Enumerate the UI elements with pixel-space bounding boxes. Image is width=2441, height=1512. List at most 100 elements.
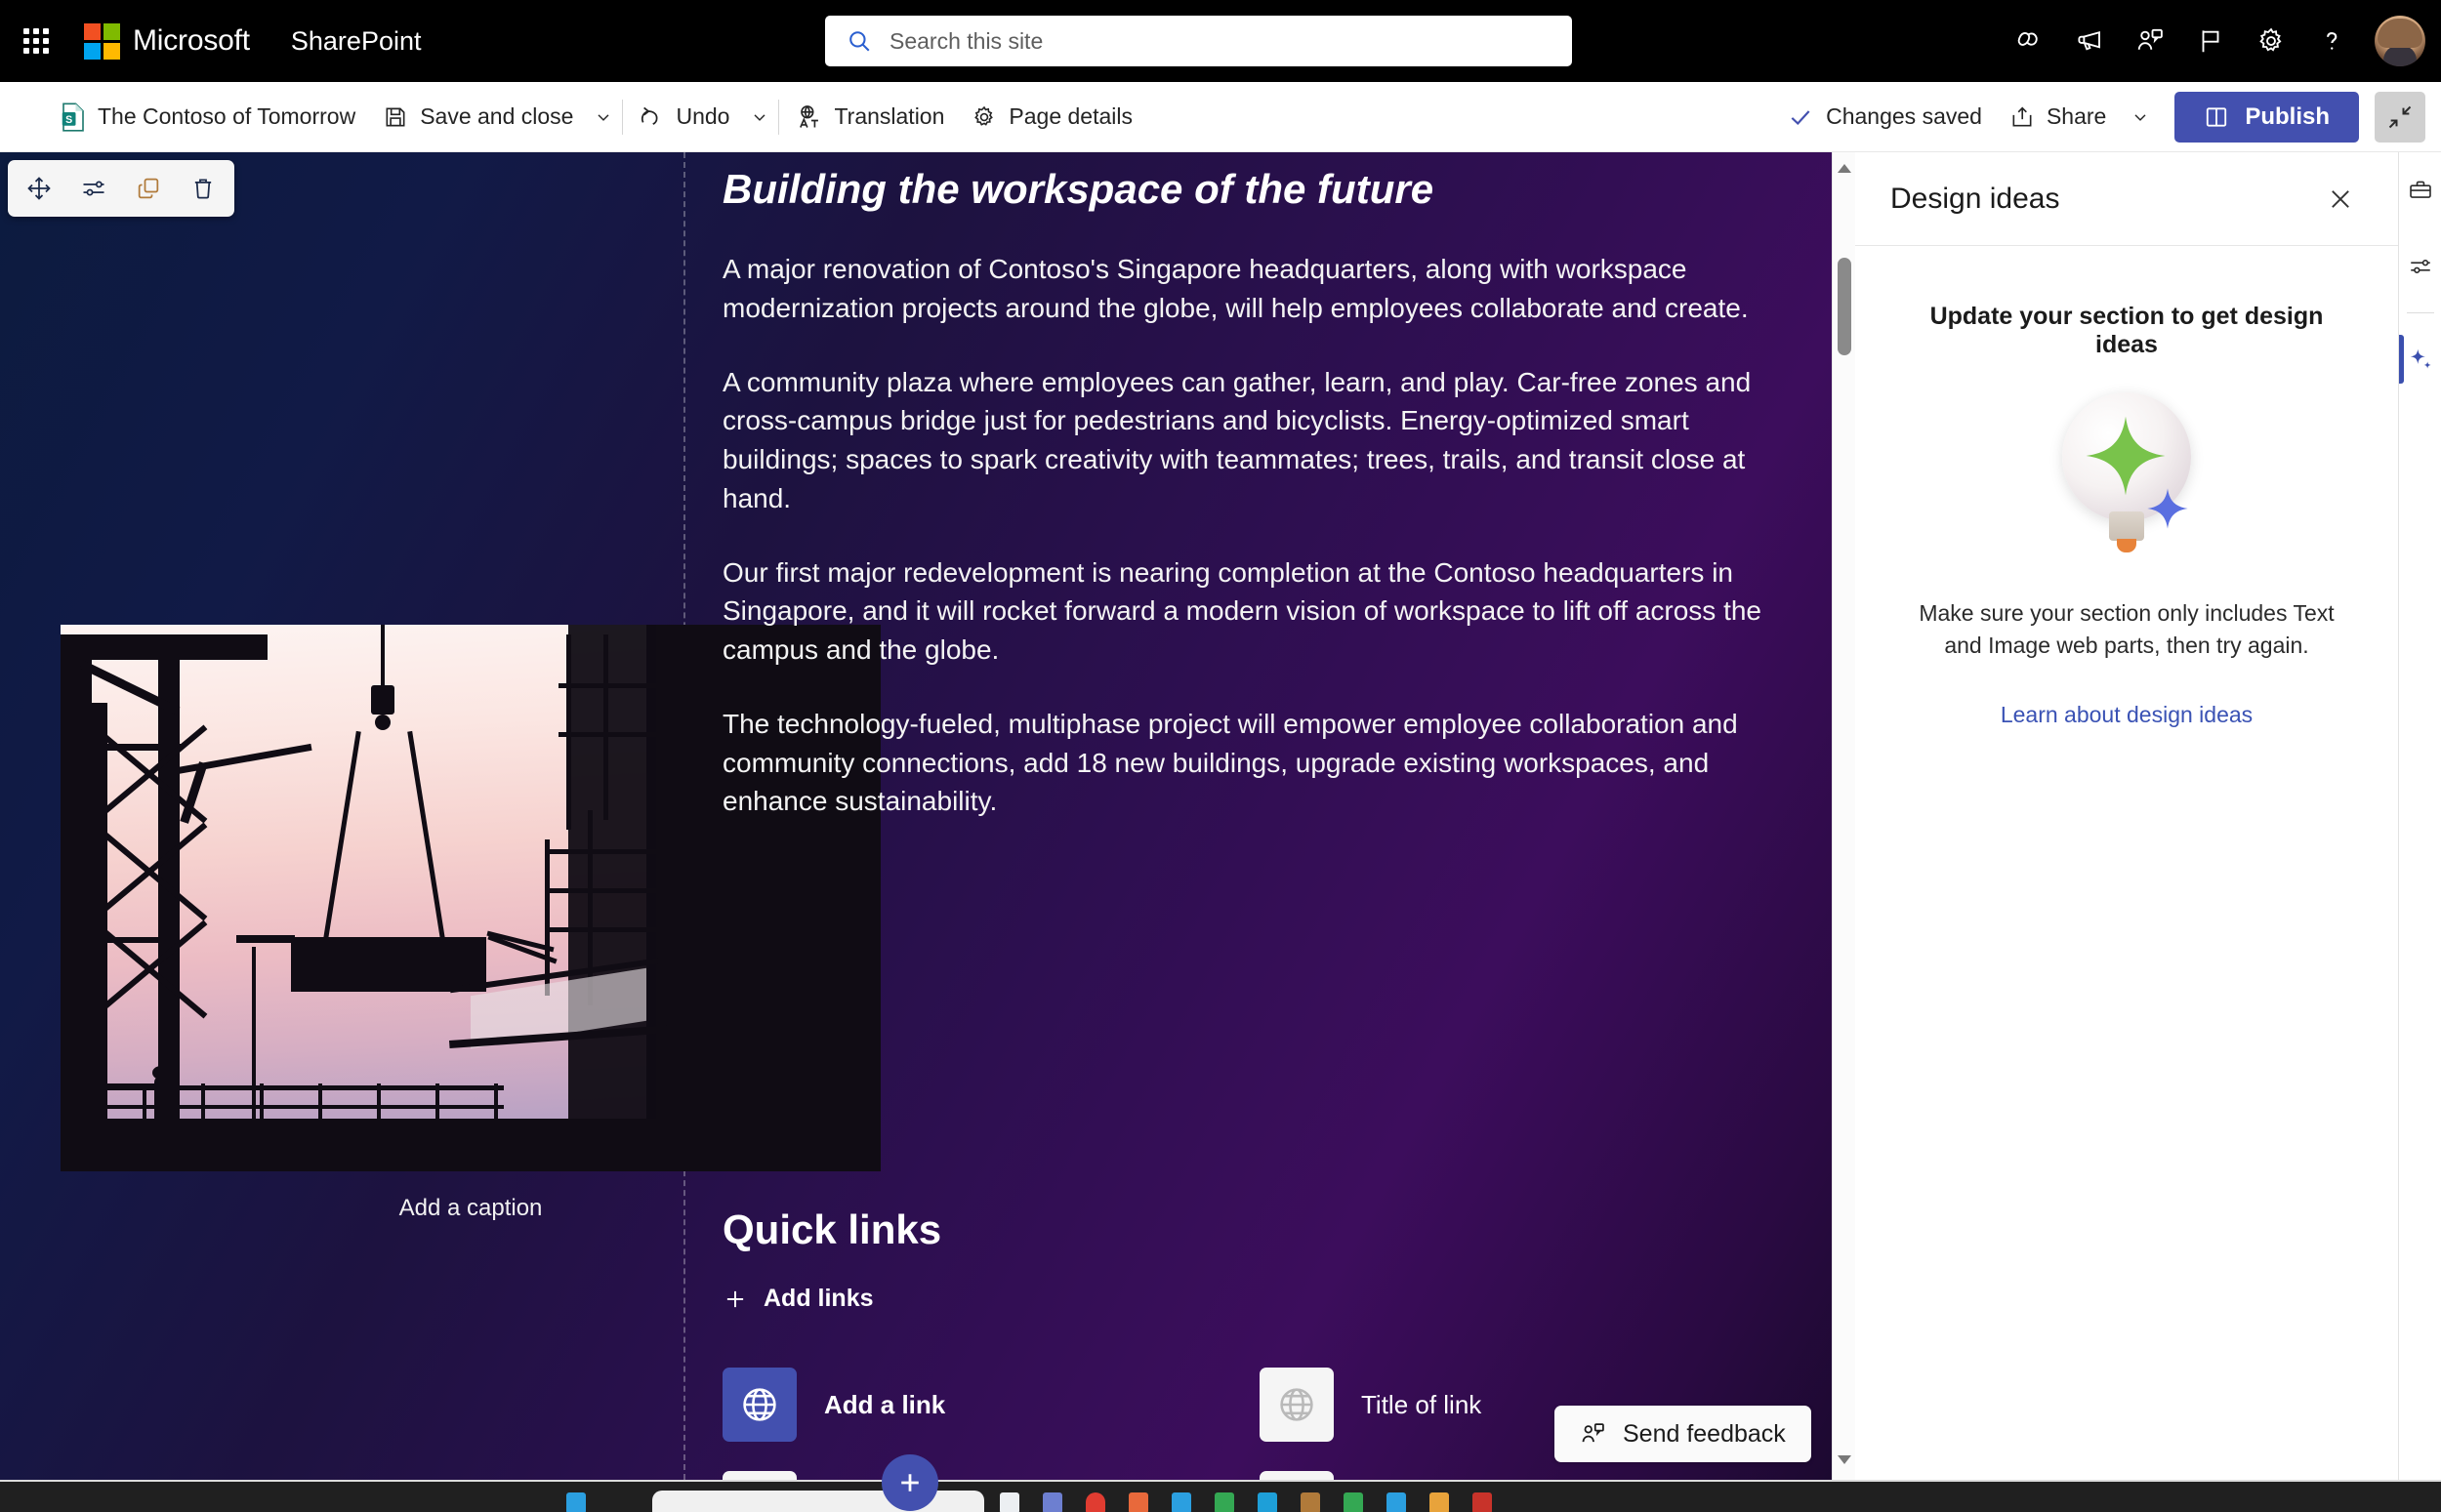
- page-details-button[interactable]: Page details: [958, 82, 1146, 152]
- add-links-label: Add links: [764, 1285, 874, 1312]
- taskbar-app-icon[interactable]: [1215, 1492, 1234, 1512]
- suite-icon-group: [2002, 0, 2427, 82]
- save-options-chevron-down-icon[interactable]: [587, 96, 620, 139]
- duplicate-webpart-icon[interactable]: [123, 165, 174, 212]
- share-options-chevron-down-icon[interactable]: [2124, 96, 2157, 139]
- taskbar-app-icon[interactable]: [1429, 1492, 1449, 1512]
- undo-button[interactable]: Undo: [625, 82, 743, 152]
- toolbar-divider: [622, 99, 624, 135]
- page-title-item[interactable]: S The Contoso of Tomorrow: [47, 82, 369, 152]
- quick-link-tile[interactable]: Add a link: [723, 1368, 1220, 1442]
- translation-label: Translation: [834, 103, 945, 129]
- share-icon: [2012, 106, 2032, 126]
- quick-link-label: Title of link: [1361, 1389, 1482, 1419]
- article-paragraph[interactable]: The technology-fueled, multiphase projec…: [723, 705, 1767, 821]
- article-heading[interactable]: Building the workspace of the future: [723, 166, 1767, 213]
- undo-icon: [641, 106, 658, 125]
- scroll-down-arrow-icon[interactable]: [1837, 1452, 1852, 1470]
- taskbar-app-icon[interactable]: [1000, 1492, 1019, 1512]
- check-icon: [1791, 109, 1810, 125]
- scrollbar-thumb[interactable]: [1838, 258, 1851, 355]
- svg-text:S: S: [65, 113, 72, 125]
- app-launcher-icon[interactable]: [14, 19, 59, 63]
- scroll-up-arrow-icon[interactable]: [1837, 162, 1852, 180]
- page-details-label: Page details: [1009, 103, 1133, 129]
- search-input[interactable]: Search this site: [825, 16, 1572, 66]
- translation-button[interactable]: Translation: [781, 82, 958, 152]
- collapse-ribbon-button[interactable]: [2375, 91, 2425, 143]
- article-paragraph[interactable]: A community plaza where employees can ga…: [723, 363, 1767, 518]
- taskbar-app-icon[interactable]: [1086, 1492, 1105, 1512]
- toolbox-icon[interactable]: [2399, 152, 2441, 228]
- taskbar-app-icon[interactable]: [1472, 1492, 1492, 1512]
- add-section-button[interactable]: [882, 1454, 938, 1511]
- sharepoint-page-icon: S: [62, 102, 84, 132]
- feedback-people-icon[interactable]: [2123, 14, 2177, 68]
- taskbar-app-icon[interactable]: [1386, 1492, 1406, 1512]
- share-label: Share: [2046, 103, 2107, 129]
- article-paragraph[interactable]: Our first major redevelopment is nearing…: [723, 553, 1767, 670]
- help-icon[interactable]: [2304, 14, 2359, 68]
- taskbar-app-icon[interactable]: [566, 1492, 586, 1512]
- save-and-close-label: Save and close: [420, 103, 574, 129]
- globe-icon: [1260, 1471, 1334, 1480]
- quick-link-tile[interactable]: Title of link: [723, 1471, 1220, 1480]
- lightbulb-illustration: [2048, 392, 2205, 558]
- add-links-button[interactable]: Add links: [723, 1285, 1758, 1313]
- text-webpart[interactable]: Building the workspace of the future A m…: [723, 152, 1767, 856]
- windows-taskbar: [0, 1480, 2441, 1512]
- quick-links-heading[interactable]: Quick links: [723, 1206, 1758, 1253]
- move-webpart-icon[interactable]: [14, 165, 64, 212]
- sliders-icon[interactable]: [2399, 228, 2441, 305]
- save-icon: [386, 107, 405, 126]
- app-name-sharepoint[interactable]: SharePoint: [291, 26, 422, 57]
- collapse-icon: [2388, 105, 2412, 128]
- share-button[interactable]: Share: [1996, 82, 2120, 152]
- learn-about-design-ideas-link[interactable]: Learn about design ideas: [2001, 702, 2253, 728]
- send-feedback-button[interactable]: Send feedback: [1554, 1406, 1811, 1462]
- taskbar-app-icon[interactable]: [1129, 1492, 1148, 1512]
- page-title: The Contoso of Tomorrow: [98, 103, 356, 129]
- flag-icon[interactable]: [2183, 14, 2238, 68]
- taskbar-app-icon[interactable]: [1258, 1492, 1277, 1512]
- right-rail: [2398, 152, 2441, 1480]
- microsoft-wordmark: Microsoft: [133, 24, 250, 57]
- avatar[interactable]: [2375, 16, 2425, 66]
- publish-label: Publish: [2245, 102, 2330, 130]
- blue-sparkle-icon: [2147, 488, 2188, 529]
- globe-icon: [723, 1368, 797, 1442]
- lightbulb-tip-icon: [2117, 539, 2136, 552]
- taskbar-app-icon[interactable]: [1172, 1492, 1191, 1512]
- design-ideas-lead: Update your section to get design ideas: [1929, 303, 2324, 358]
- taskbar-app-icon[interactable]: [1344, 1492, 1363, 1512]
- edit-webpart-sliders-icon[interactable]: [68, 165, 119, 212]
- send-feedback-label: Send feedback: [1623, 1419, 1786, 1448]
- sparkle-icon[interactable]: [2399, 321, 2441, 397]
- megaphone-icon[interactable]: [2062, 14, 2117, 68]
- copilot-icon[interactable]: [2002, 14, 2056, 68]
- command-bar: S The Contoso of Tomorrow Save and close…: [0, 82, 2441, 152]
- canvas-scrollbar[interactable]: [1832, 152, 1855, 1480]
- undo-options-chevron-down-icon[interactable]: [743, 96, 776, 139]
- gear-icon[interactable]: [2244, 14, 2298, 68]
- article-paragraph[interactable]: A major renovation of Contoso's Singapor…: [723, 250, 1767, 328]
- taskbar-app-icons: [566, 1492, 1492, 1512]
- plus-icon: [901, 1474, 919, 1492]
- design-ideas-header: Design ideas: [1855, 152, 2398, 246]
- command-bar-right: Changes saved Share Publish: [1778, 82, 2425, 152]
- changes-saved-label: Changes saved: [1826, 103, 1982, 129]
- microsoft-logo-icon: [84, 22, 120, 60]
- taskbar-app-icon[interactable]: [1301, 1492, 1320, 1512]
- page-details-gear-icon: [974, 105, 994, 126]
- delete-webpart-icon[interactable]: [178, 165, 228, 212]
- save-and-close-button[interactable]: Save and close: [369, 82, 587, 152]
- search-placeholder: Search this site: [890, 27, 1044, 54]
- taskbar-app-icon[interactable]: [1043, 1492, 1062, 1512]
- quick-link-tile[interactable]: Title of link: [1260, 1471, 1758, 1480]
- search-icon: [849, 31, 870, 52]
- microsoft-logo[interactable]: Microsoft: [84, 22, 250, 60]
- globe-icon: [723, 1471, 797, 1480]
- close-icon[interactable]: [2318, 177, 2363, 222]
- toolbar-divider-2: [778, 99, 780, 135]
- publish-button[interactable]: Publish: [2174, 91, 2359, 143]
